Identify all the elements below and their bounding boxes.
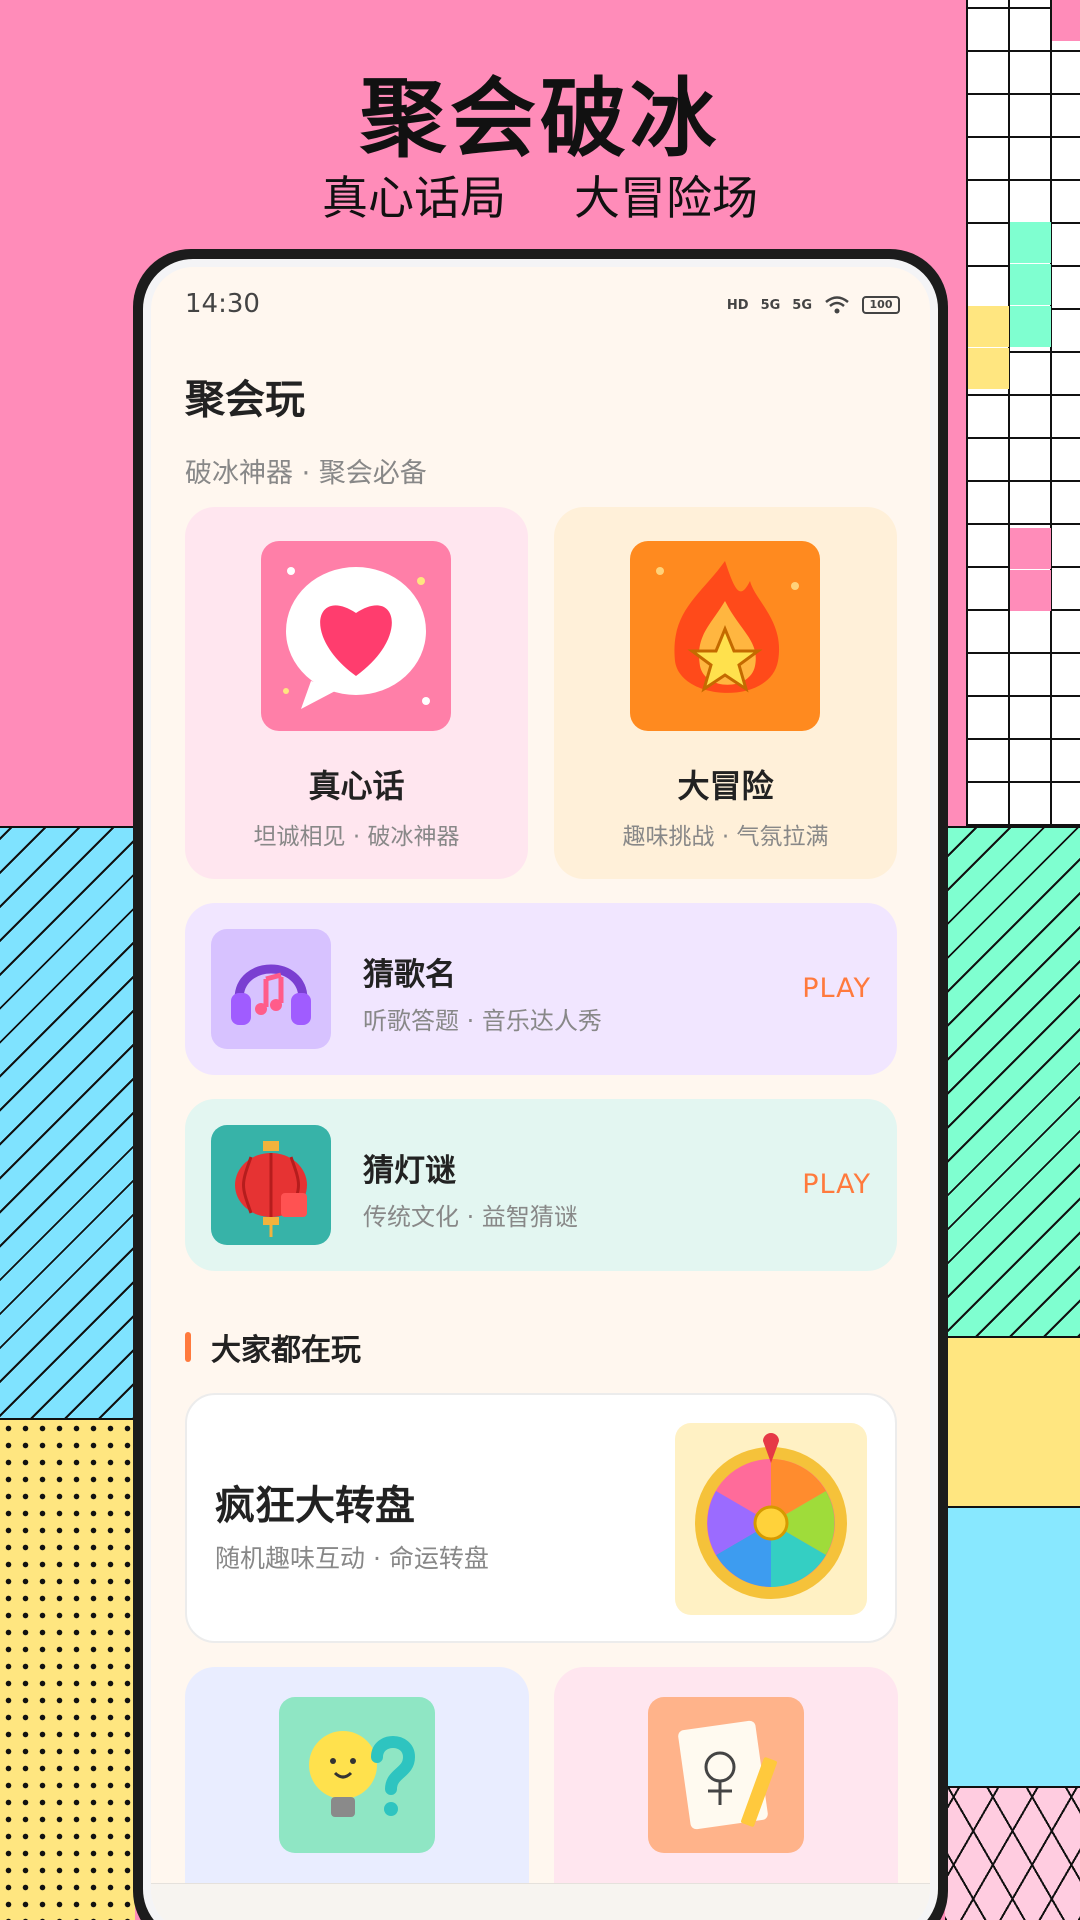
play-button[interactable]: PLAY	[802, 973, 871, 1004]
notebook-pencil-icon	[648, 1697, 804, 1853]
grid-cell	[1010, 306, 1051, 347]
phone-screen: 14:30 HD 5G 5G 100 聚会玩 破冰神器 · 聚会必备 真心话 坦…	[143, 259, 938, 1920]
background-stripes-left	[0, 826, 135, 1418]
wifi-icon	[825, 296, 849, 314]
background-stripes-right	[945, 826, 1080, 1336]
hero-subtitle: 真心话局 大冒险场	[0, 162, 1080, 228]
page-subtitle: 破冰神器 · 聚会必备	[185, 458, 427, 489]
fire-star-icon	[630, 541, 820, 731]
background-zigzag	[945, 1786, 1080, 1920]
card-subtitle: 坦诚相见 · 破冰神器	[253, 824, 460, 850]
wheel-icon	[675, 1423, 867, 1615]
status-time: 14:30	[185, 289, 260, 319]
wheel-card[interactable]: 疯狂大转盘 随机趣味互动 · 命运转盘	[185, 1393, 897, 1643]
battery-icon: 100	[862, 296, 900, 314]
headphones-icon	[211, 929, 331, 1049]
card-title: 真心话	[308, 767, 405, 805]
status-bar: 14:30 HD 5G 5G 100	[151, 267, 930, 331]
dare-card[interactable]: 大冒险 趣味挑战 · 气氛拉满	[554, 507, 897, 879]
background-block-yellow	[945, 1336, 1080, 1506]
play-button[interactable]: PLAY	[802, 1169, 871, 1200]
hero-subtitle-left: 真心话局	[322, 171, 506, 225]
lightbulb-question-icon	[279, 1697, 435, 1853]
phone-frame: 14:30 HD 5G 5G 100 聚会玩 破冰神器 · 聚会必备 真心话 坦…	[133, 249, 948, 1920]
section-title: 大家都在玩	[211, 1333, 361, 1368]
card-title: 猜灯谜	[363, 1153, 456, 1189]
signal-5g-icon: 5G	[792, 297, 812, 313]
background-dots-left	[0, 1418, 135, 1920]
guess-song-card[interactable]: 猜歌名 听歌答题 · 音乐达人秀 PLAY	[185, 903, 897, 1075]
section-marker	[185, 1332, 191, 1362]
status-icons: HD 5G 5G 100	[727, 295, 900, 315]
hd-icon: HD	[726, 297, 749, 313]
page-title: 聚会玩	[185, 377, 305, 423]
guess-riddle-card[interactable]: 猜灯谜 传统文化 · 益智猜谜 PLAY	[185, 1099, 897, 1271]
truth-card[interactable]: 真心话 坦诚相见 · 破冰神器	[185, 507, 528, 879]
section-header: 大家都在玩	[185, 1325, 361, 1369]
bottom-tab-bar	[151, 1883, 930, 1920]
background-block-blue	[945, 1506, 1080, 1786]
grid-cell	[968, 306, 1009, 347]
hero-title: 聚会破冰	[360, 69, 720, 169]
lantern-puzzle-icon	[211, 1125, 331, 1245]
card-subtitle: 随机趣味互动 · 命运转盘	[215, 1544, 489, 1573]
grid-cell	[1010, 222, 1051, 263]
card-title: 疯狂大转盘	[215, 1483, 415, 1529]
card-subtitle: 听歌答题 · 音乐达人秀	[363, 1007, 602, 1035]
hero-subtitle-right: 大冒险场	[574, 171, 758, 225]
grid-cell	[1052, 0, 1080, 41]
card-subtitle: 趣味挑战 · 气氛拉满	[622, 824, 829, 850]
grid-cell	[1010, 570, 1051, 611]
signal-5g-icon: 5G	[760, 297, 781, 313]
heart-speech-icon	[261, 541, 451, 731]
grid-cell	[1010, 264, 1051, 305]
card-subtitle: 传统文化 · 益智猜谜	[363, 1203, 578, 1231]
card-title: 猜歌名	[363, 957, 456, 993]
grid-cell	[1010, 528, 1051, 569]
grid-cell	[968, 348, 1009, 389]
card-title: 大冒险	[677, 767, 774, 805]
